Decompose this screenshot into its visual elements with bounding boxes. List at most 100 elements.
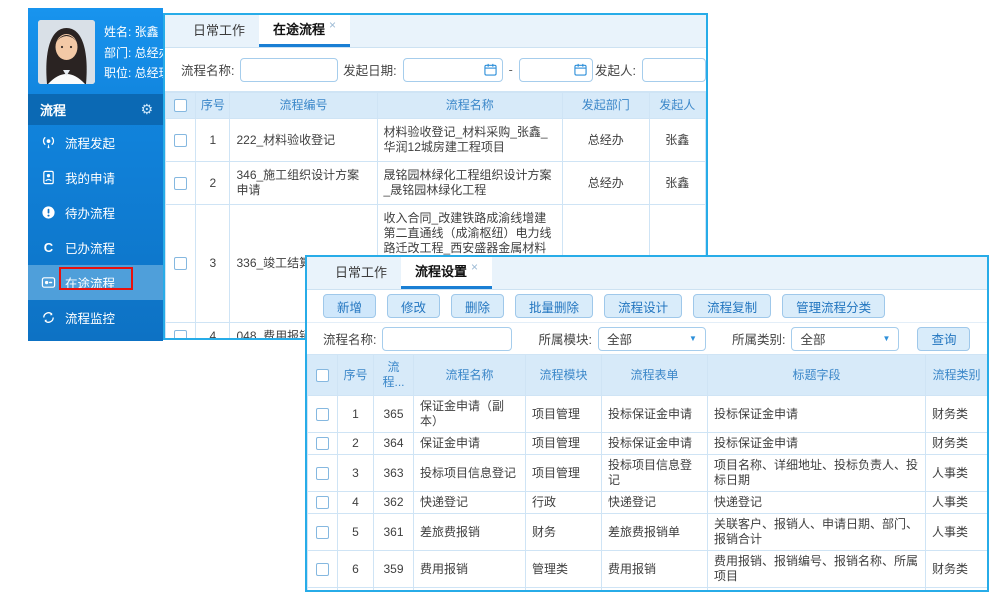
manage-category-button[interactable]: 管理流程分类 xyxy=(782,294,885,318)
delete-button[interactable]: 删除 xyxy=(451,294,504,318)
sidebar-item-done-processes[interactable]: C 已办流程 xyxy=(28,230,163,265)
window2-toolbar: 新增 修改 删除 批量删除 流程设计 流程复制 管理流程分类 xyxy=(307,290,987,323)
col-header: 流程表单 xyxy=(602,355,708,396)
row-checkbox[interactable] xyxy=(316,563,329,576)
user-profile: 姓名: 张鑫 部门: 总经办 职位: 总经理 xyxy=(28,8,163,94)
process-name-input[interactable] xyxy=(240,58,338,82)
sidebar-item-process-delegate[interactable]: 流程委托 xyxy=(28,335,163,341)
sidebar-item-label: 已办流程 xyxy=(65,238,115,257)
broadcast-icon xyxy=(41,135,56,150)
user-department: 部门: 总经办 xyxy=(104,44,163,61)
module-select-value: 全部 xyxy=(607,329,632,348)
table-header-row: 序号 流程编号 流程名称 发起部门 发起人 xyxy=(166,93,706,119)
process-name-input[interactable] xyxy=(382,327,512,351)
row-checkbox[interactable] xyxy=(174,330,187,340)
module-select[interactable]: 全部 ▼ xyxy=(598,327,706,351)
avatar xyxy=(38,20,95,84)
close-icon[interactable]: × xyxy=(471,260,478,274)
row-checkbox[interactable] xyxy=(316,408,329,421)
sidebar-item-process-start[interactable]: 流程发起 xyxy=(28,125,163,160)
table-row: 4 362 快递登记 行政 快递登记 快递登记 人事类 xyxy=(308,492,988,514)
tab-daily-work[interactable]: 日常工作 xyxy=(321,255,401,289)
col-header: 流程... xyxy=(374,355,414,396)
add-button[interactable]: 新增 xyxy=(323,294,376,318)
col-header: 流程名称 xyxy=(414,355,526,396)
sidebar-item-inprogress-processes[interactable]: 在途流程 xyxy=(28,265,163,300)
calendar-icon[interactable] xyxy=(574,63,587,76)
tab-daily-work[interactable]: 日常工作 xyxy=(179,13,259,47)
tab-process-settings[interactable]: 流程设置× xyxy=(401,255,492,289)
start-date-from-field xyxy=(403,58,503,82)
row-checkbox[interactable] xyxy=(316,437,329,450)
col-header: 流程类别 xyxy=(926,355,988,396)
row-checkbox[interactable] xyxy=(316,496,329,509)
user-position: 职位: 总经理 xyxy=(104,64,163,81)
select-all-checkbox-cell xyxy=(166,93,196,119)
col-header: 流程名称 xyxy=(377,93,562,119)
calendar-icon[interactable] xyxy=(484,63,497,76)
col-header: 标题字段 xyxy=(708,355,926,396)
col-header: 流程模块 xyxy=(526,355,602,396)
process-copy-button[interactable]: 流程复制 xyxy=(693,294,771,318)
sidebar-item-my-applications[interactable]: 我的申请 xyxy=(28,160,163,195)
select-all-checkbox[interactable] xyxy=(174,99,187,112)
date-range-separator: - xyxy=(509,63,513,77)
chevron-down-icon: ▼ xyxy=(883,334,891,343)
edit-button[interactable]: 修改 xyxy=(387,294,440,318)
sidebar-item-label: 待办流程 xyxy=(65,203,115,222)
sidebar-item-label: 流程监控 xyxy=(65,308,115,327)
category-label: 所属类别: xyxy=(732,329,785,348)
gear-icon[interactable]: ⚙ xyxy=(140,101,153,118)
col-header: 序号 xyxy=(338,355,374,396)
process-name-label: 流程名称: xyxy=(323,329,376,348)
col-header: 发起部门 xyxy=(562,93,649,119)
screen: 姓名: 张鑫 部门: 总经办 职位: 总经理 流程 ⚙ 流程发起 我的申请 xyxy=(0,0,1000,600)
sidebar-item-label: 在途流程 xyxy=(65,273,115,292)
table-row: 1 365 保证金申请（副本） 项目管理 投标保证金申请 投标保证金申请 财务类 xyxy=(308,396,988,433)
window-process-settings: 日常工作 流程设置× 新增 修改 删除 批量删除 流程设计 流程复制 管理流程分… xyxy=(305,255,989,592)
window2-table: 序号 流程... 流程名称 流程模块 流程表单 标题字段 流程类别 1 365 xyxy=(307,354,987,592)
window1-filter-row: 流程名称: 发起日期: - 发起人: xyxy=(165,48,706,91)
row-checkbox[interactable] xyxy=(316,467,329,480)
id-card-icon xyxy=(41,170,56,185)
sidebar-section-header: 流程 ⚙ xyxy=(28,94,163,125)
table-row: 7 358 项目线索 项目管理 项目线索备案 详细地址 人事类 xyxy=(308,588,988,593)
window2-filter-row: 流程名称: 所属模块: 全部 ▼ 所属类别: 全部 ▼ 查询 xyxy=(307,323,987,354)
batch-delete-button[interactable]: 批量删除 xyxy=(515,294,593,318)
table-header-row: 序号 流程... 流程名称 流程模块 流程表单 标题字段 流程类别 xyxy=(308,355,988,396)
alert-circle-icon xyxy=(41,205,56,220)
process-design-button[interactable]: 流程设计 xyxy=(604,294,682,318)
tab-inprogress-processes[interactable]: 在途流程× xyxy=(259,13,350,47)
sidebar-item-todo-processes[interactable]: 待办流程 xyxy=(28,195,163,230)
window2-tabbar: 日常工作 流程设置× xyxy=(307,257,987,290)
window1-tabbar: 日常工作 在途流程× xyxy=(165,15,706,48)
col-header: 序号 xyxy=(196,93,230,119)
row-checkbox[interactable] xyxy=(174,134,187,147)
table-row: 3 363 投标项目信息登记 项目管理 投标项目信息登记 项目名称、详细地址、投… xyxy=(308,455,988,492)
sidebar-section-title: 流程 xyxy=(40,100,66,119)
route-icon xyxy=(41,275,56,290)
user-name: 姓名: 张鑫 xyxy=(104,23,163,40)
row-checkbox[interactable] xyxy=(174,177,187,190)
start-date-label: 发起日期: xyxy=(343,60,396,79)
row-checkbox[interactable] xyxy=(316,526,329,539)
sidebar: 姓名: 张鑫 部门: 总经办 职位: 总经理 流程 ⚙ 流程发起 我的申请 xyxy=(28,8,163,341)
redo-c-icon: C xyxy=(41,240,56,255)
start-date-to-field xyxy=(519,58,593,82)
table-row: 2 364 保证金申请 项目管理 投标保证金申请 投标保证金申请 财务类 xyxy=(308,433,988,455)
col-header: 发起人 xyxy=(649,93,705,119)
close-icon[interactable]: × xyxy=(329,18,336,32)
select-all-checkbox-cell xyxy=(308,355,338,396)
col-header: 流程编号 xyxy=(230,93,377,119)
initiator-input[interactable] xyxy=(642,58,706,82)
category-select-value: 全部 xyxy=(800,329,825,348)
portrait-photo xyxy=(38,20,95,84)
module-label: 所属模块: xyxy=(538,329,591,348)
search-button[interactable]: 查询 xyxy=(917,327,970,351)
chevron-down-icon: ▼ xyxy=(689,334,697,343)
row-checkbox[interactable] xyxy=(174,257,187,270)
category-select[interactable]: 全部 ▼ xyxy=(791,327,899,351)
table-row: 2 346_施工组织设计方案申请 晟铭园林绿化工程组织设计方案_晟铭园林绿化工程… xyxy=(166,162,706,205)
select-all-checkbox[interactable] xyxy=(316,369,329,382)
sidebar-item-process-monitor[interactable]: 流程监控 xyxy=(28,300,163,335)
